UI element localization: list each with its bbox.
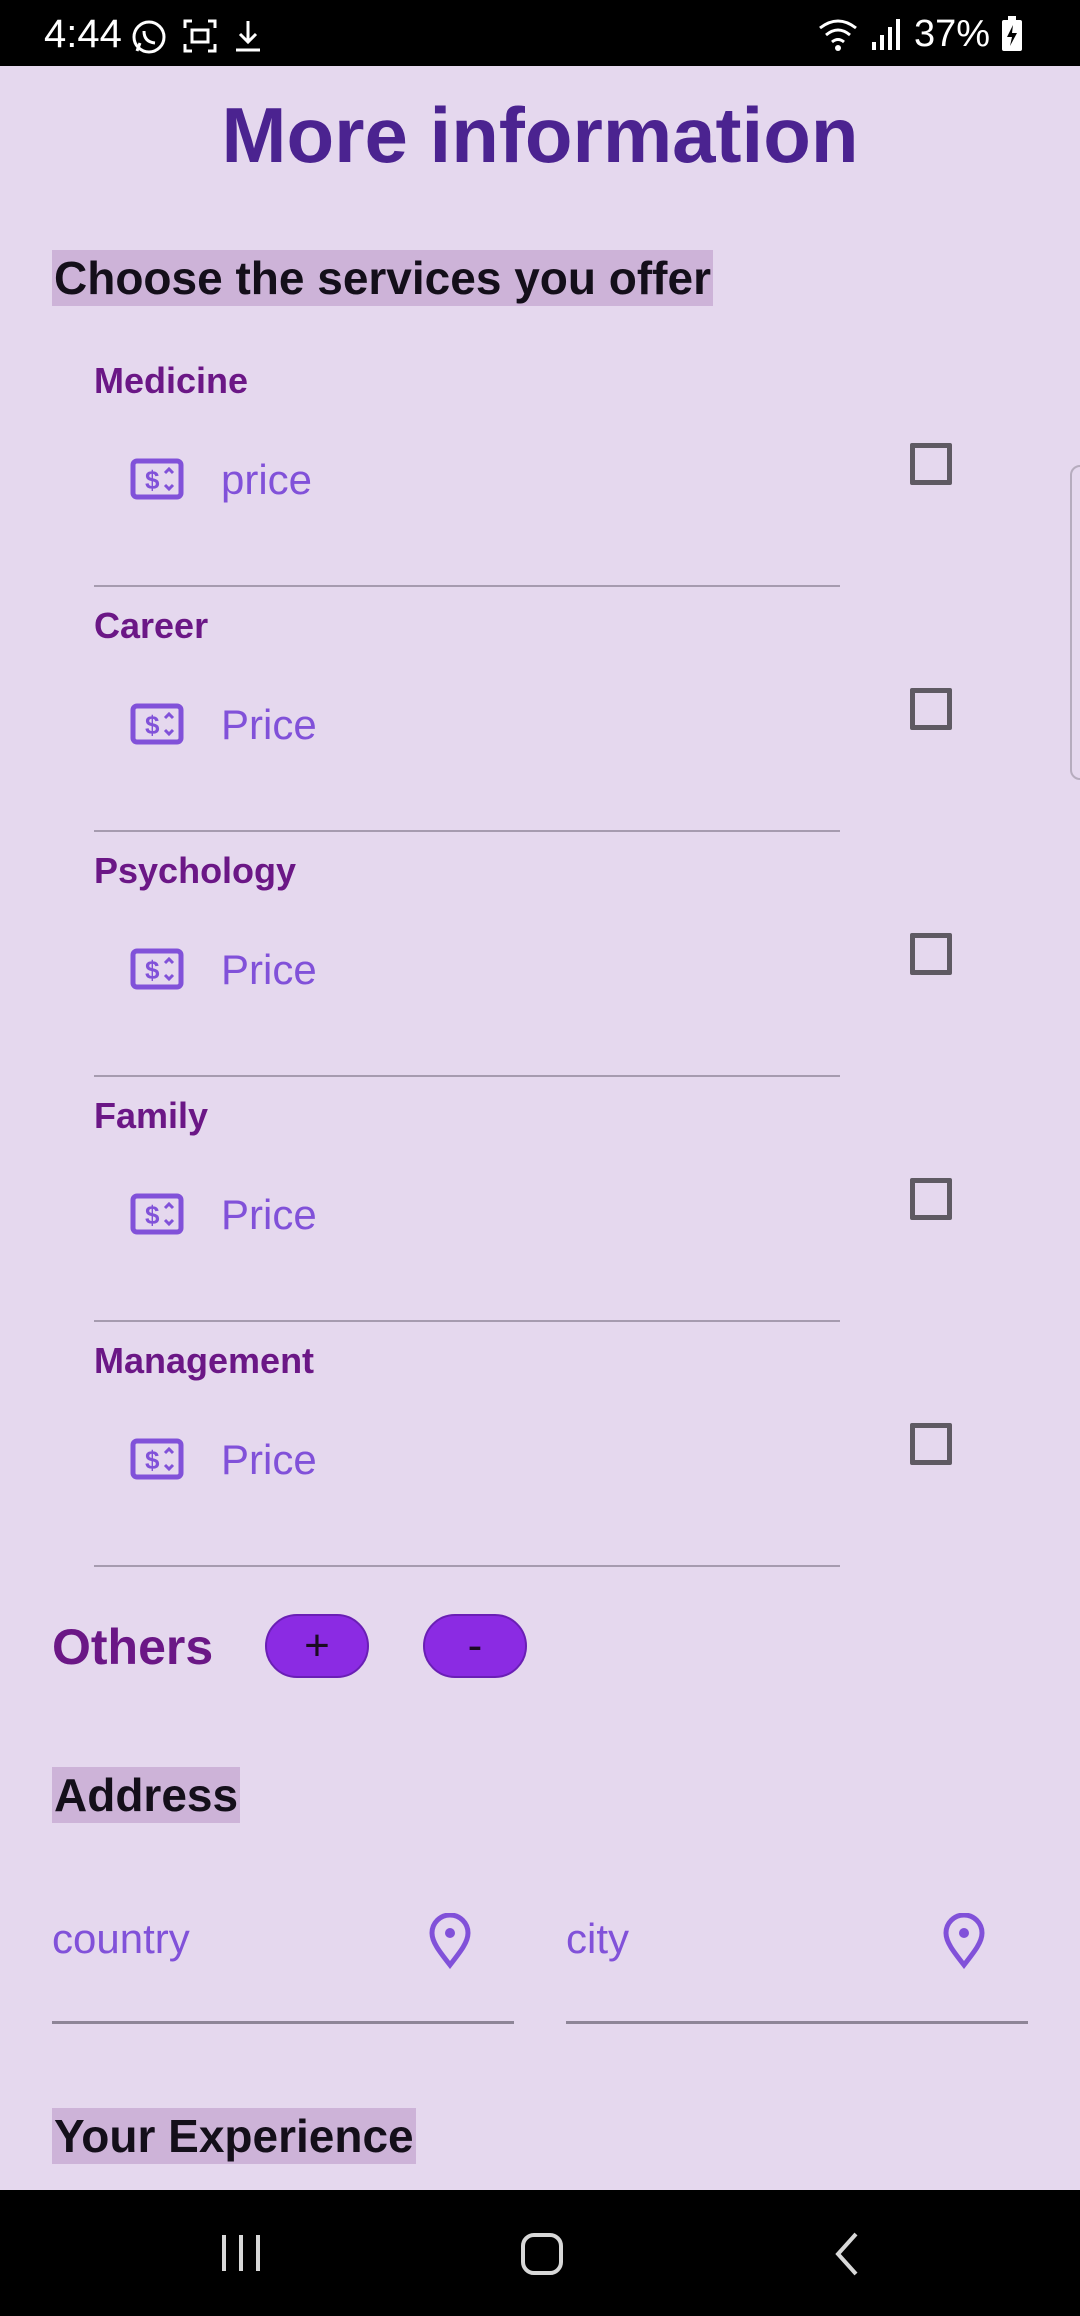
remove-other-button[interactable]: - (423, 1614, 527, 1678)
svg-text:$: $ (145, 1200, 160, 1230)
checkbox-management[interactable] (910, 1423, 952, 1465)
service-row-career: Career $ Price (94, 585, 840, 832)
experience-heading: Your Experience (52, 2108, 416, 2164)
location-pin-icon (429, 1913, 471, 1969)
wifi-icon (819, 19, 857, 51)
screen-record-icon (183, 19, 217, 53)
price-tag-icon: $ (130, 1438, 184, 1480)
service-row-management: Management $ Price (94, 1320, 840, 1567)
price-input-psychology[interactable]: Price (221, 946, 317, 994)
price-input-career[interactable]: Price (221, 701, 317, 749)
checkbox-family[interactable] (910, 1178, 952, 1220)
location-pin-icon (943, 1913, 985, 1969)
service-name: Career (94, 605, 209, 646)
navigation-bar (0, 2190, 1080, 2316)
city-field[interactable]: city (566, 1895, 1028, 2024)
address-heading: Address (52, 1767, 241, 1823)
price-tag-icon: $ (130, 703, 184, 745)
svg-text:$: $ (145, 465, 160, 495)
price-input-medicine[interactable]: price (221, 456, 312, 504)
checkbox-career[interactable] (910, 688, 952, 730)
price-tag-icon: $ (130, 948, 184, 990)
services-heading: Choose the services you offer (52, 250, 713, 306)
service-name: Psychology (94, 850, 297, 891)
scroll-handle[interactable] (1070, 465, 1080, 780)
svg-text:$: $ (145, 1445, 160, 1475)
service-row-medicine: Medicine $ price (94, 340, 840, 587)
city-input[interactable]: city (566, 1915, 629, 1963)
checkbox-medicine[interactable] (910, 443, 952, 485)
battery-charging-icon (1002, 16, 1022, 51)
price-tag-icon: $ (130, 1193, 184, 1235)
recent-apps-icon[interactable] (218, 2233, 264, 2273)
service-name: Family (94, 1095, 209, 1136)
price-tag-icon: $ (130, 458, 184, 500)
svg-text:$: $ (145, 710, 160, 740)
others-label: Others (52, 1619, 214, 1675)
signal-icon (871, 19, 900, 50)
status-time: 4:44 (44, 12, 122, 56)
price-input-family[interactable]: Price (221, 1191, 317, 1239)
country-field[interactable]: country (52, 1895, 514, 2024)
download-icon (236, 21, 260, 52)
battery-percentage: 37% (913, 13, 990, 55)
service-name: Management (94, 1340, 315, 1381)
service-row-psychology: Psychology $ Price (94, 830, 840, 1077)
whatsapp-icon (132, 20, 166, 54)
home-icon[interactable] (520, 2232, 564, 2276)
add-other-button[interactable]: + (265, 1614, 369, 1678)
svg-text:$: $ (145, 955, 160, 985)
checkbox-psychology[interactable] (910, 933, 952, 975)
back-icon[interactable] (830, 2230, 864, 2278)
price-input-management[interactable]: Price (221, 1436, 317, 1484)
page-title: More information (221, 91, 859, 179)
service-row-family: Family $ Price (94, 1075, 840, 1322)
service-name: Medicine (94, 360, 249, 401)
status-bar: 4:44 37% (0, 0, 1080, 66)
country-input[interactable]: country (52, 1915, 190, 1963)
